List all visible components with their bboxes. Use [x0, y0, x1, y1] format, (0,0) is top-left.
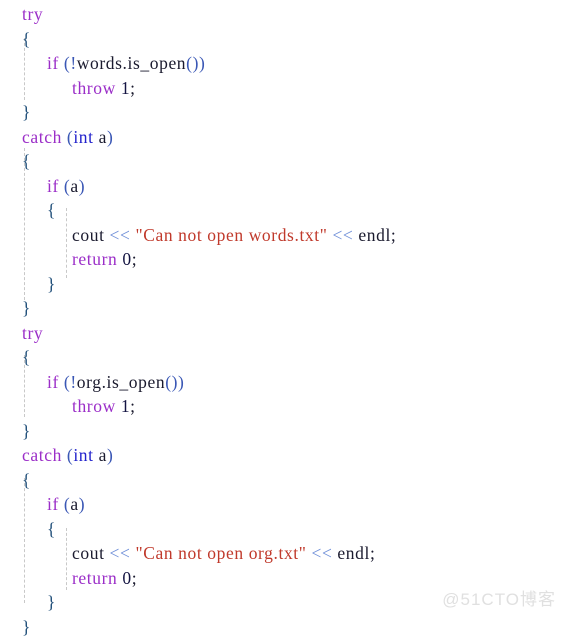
code-line-8[interactable]: if (a): [0, 174, 570, 199]
token-brace: {: [47, 519, 56, 539]
token-type: int: [73, 445, 93, 465]
token-kw: try: [22, 4, 43, 24]
token-brace: }: [22, 298, 31, 318]
token-brace: {: [47, 200, 56, 220]
token-num: 1: [121, 396, 130, 416]
token-brace: }: [47, 274, 56, 294]
code-line-24[interactable]: return 0;: [0, 566, 570, 591]
token-kw: catch: [22, 445, 62, 465]
code-line-23[interactable]: cout << "Can not open org.txt" << endl;: [0, 541, 570, 566]
token-kw: if: [47, 372, 59, 392]
token-op: <<: [311, 543, 332, 563]
token-kw: if: [47, 53, 59, 73]
token-ident: is_open: [128, 53, 187, 73]
token-plain: ;: [132, 249, 137, 269]
code-line-7[interactable]: {: [0, 149, 570, 174]
token-str: "Can not open words.txt": [135, 225, 327, 245]
token-str: "Can not open org.txt": [135, 543, 306, 563]
code-line-26[interactable]: }: [0, 615, 570, 639]
token-kw: throw: [72, 78, 116, 98]
code-line-16[interactable]: if (!org.is_open()): [0, 370, 570, 395]
token-ident: cout: [72, 225, 105, 245]
token-ident: is_open: [107, 372, 166, 392]
token-num: 0: [122, 249, 131, 269]
code-line-12[interactable]: }: [0, 272, 570, 297]
token-brace: {: [22, 151, 31, 171]
token-op: <<: [110, 225, 131, 245]
code-line-9[interactable]: {: [0, 198, 570, 223]
token-ident: endl: [358, 225, 391, 245]
token-ident: a: [70, 494, 78, 514]
token-punct: ): [79, 176, 85, 196]
token-ident: a: [99, 445, 107, 465]
token-brace: }: [22, 421, 31, 441]
token-punct: ): [107, 445, 113, 465]
token-plain: ;: [391, 225, 396, 245]
token-ident: a: [99, 127, 107, 147]
code-line-4[interactable]: throw 1;: [0, 76, 570, 101]
token-kw: if: [47, 494, 59, 514]
code-line-2[interactable]: {: [0, 27, 570, 52]
token-plain: ;: [130, 396, 135, 416]
token-brace: {: [22, 470, 31, 490]
token-plain: ;: [130, 78, 135, 98]
code-line-18[interactable]: }: [0, 419, 570, 444]
code-line-21[interactable]: if (a): [0, 492, 570, 517]
token-kw: return: [72, 249, 117, 269]
token-type: int: [73, 127, 93, 147]
token-brace: }: [47, 592, 56, 612]
token-punct: ): [178, 372, 184, 392]
token-kw: if: [47, 176, 59, 196]
token-punct: ): [107, 127, 113, 147]
token-punct: (): [186, 53, 199, 73]
code-line-20[interactable]: {: [0, 468, 570, 493]
token-brace: {: [22, 347, 31, 367]
token-plain: ;: [132, 568, 137, 588]
token-brace: {: [22, 29, 31, 49]
code-line-5[interactable]: }: [0, 100, 570, 125]
code-line-19[interactable]: catch (int a): [0, 443, 570, 468]
code-line-11[interactable]: return 0;: [0, 247, 570, 272]
token-op: <<: [110, 543, 131, 563]
code-viewer[interactable]: try{if (!words.is_open())throw 1;}catch …: [0, 0, 570, 616]
code-line-14[interactable]: try: [0, 321, 570, 346]
token-brace: }: [22, 102, 31, 122]
code-line-6[interactable]: catch (int a): [0, 125, 570, 150]
code-line-25[interactable]: }: [0, 590, 570, 615]
token-plain: ;: [370, 543, 375, 563]
code-line-17[interactable]: throw 1;: [0, 394, 570, 419]
code-line-22[interactable]: {: [0, 517, 570, 542]
token-ident: a: [70, 176, 78, 196]
token-ident: org: [77, 372, 102, 392]
code-line-3[interactable]: if (!words.is_open()): [0, 51, 570, 76]
token-punct: (): [165, 372, 178, 392]
token-punct: ): [199, 53, 205, 73]
token-ident: cout: [72, 543, 105, 563]
code-line-10[interactable]: cout << "Can not open words.txt" << endl…: [0, 223, 570, 248]
token-num: 0: [122, 568, 131, 588]
code-line-15[interactable]: {: [0, 345, 570, 370]
code-line-13[interactable]: }: [0, 296, 570, 321]
token-kw: try: [22, 323, 43, 343]
token-brace: }: [22, 617, 31, 637]
token-ident: endl: [337, 543, 370, 563]
token-kw: catch: [22, 127, 62, 147]
token-num: 1: [121, 78, 130, 98]
token-kw: throw: [72, 396, 116, 416]
token-kw: return: [72, 568, 117, 588]
token-punct: ): [79, 494, 85, 514]
token-op: <<: [332, 225, 353, 245]
token-ident: words: [77, 53, 123, 73]
code-line-1[interactable]: try: [0, 2, 570, 27]
